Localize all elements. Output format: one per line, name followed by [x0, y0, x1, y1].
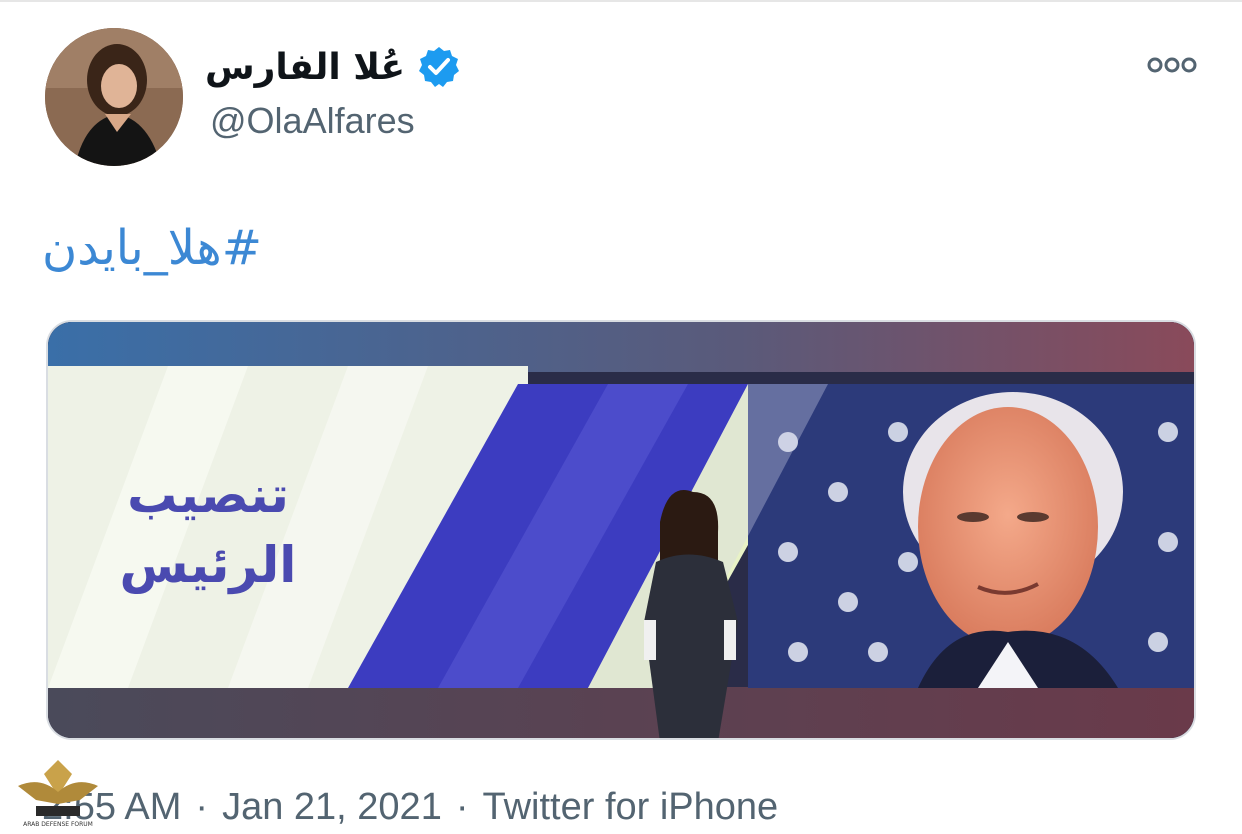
forum-watermark-logo: ARAB DEFENSE FORUM	[18, 760, 98, 828]
author-avatar[interactable]	[45, 28, 183, 166]
author-handle[interactable]: @OlaAlfares	[210, 100, 415, 142]
author-name-row[interactable]: عُلا الفارس	[205, 38, 461, 96]
tweet-metadata: 2:55 AM · Jan 21, 2021 · Twitter for iPhone	[42, 786, 778, 834]
tweet-media-image[interactable]: تنصيب الرئيس	[46, 320, 1196, 740]
avatar-photo	[45, 28, 183, 166]
news-studio-photo	[48, 322, 1194, 738]
screen-title-line1: تنصيب	[127, 466, 289, 524]
meta-separator: ·	[195, 786, 209, 828]
author-display-name[interactable]: عُلا الفارس	[205, 47, 405, 88]
verified-badge-icon	[419, 47, 460, 87]
screen-title-line2: الرئيس	[119, 536, 297, 594]
tweet-hashtag-link[interactable]: #هلا_بايدن	[42, 220, 304, 276]
tweet-source[interactable]: Twitter for iPhone	[482, 786, 778, 828]
tweet-date[interactable]: Jan 21, 2021	[222, 786, 442, 828]
top-divider	[0, 0, 1242, 2]
more-options-icon[interactable]	[1146, 54, 1198, 76]
watermark-text: ARAB DEFENSE FORUM	[23, 821, 93, 828]
meta-separator: ·	[455, 786, 469, 828]
